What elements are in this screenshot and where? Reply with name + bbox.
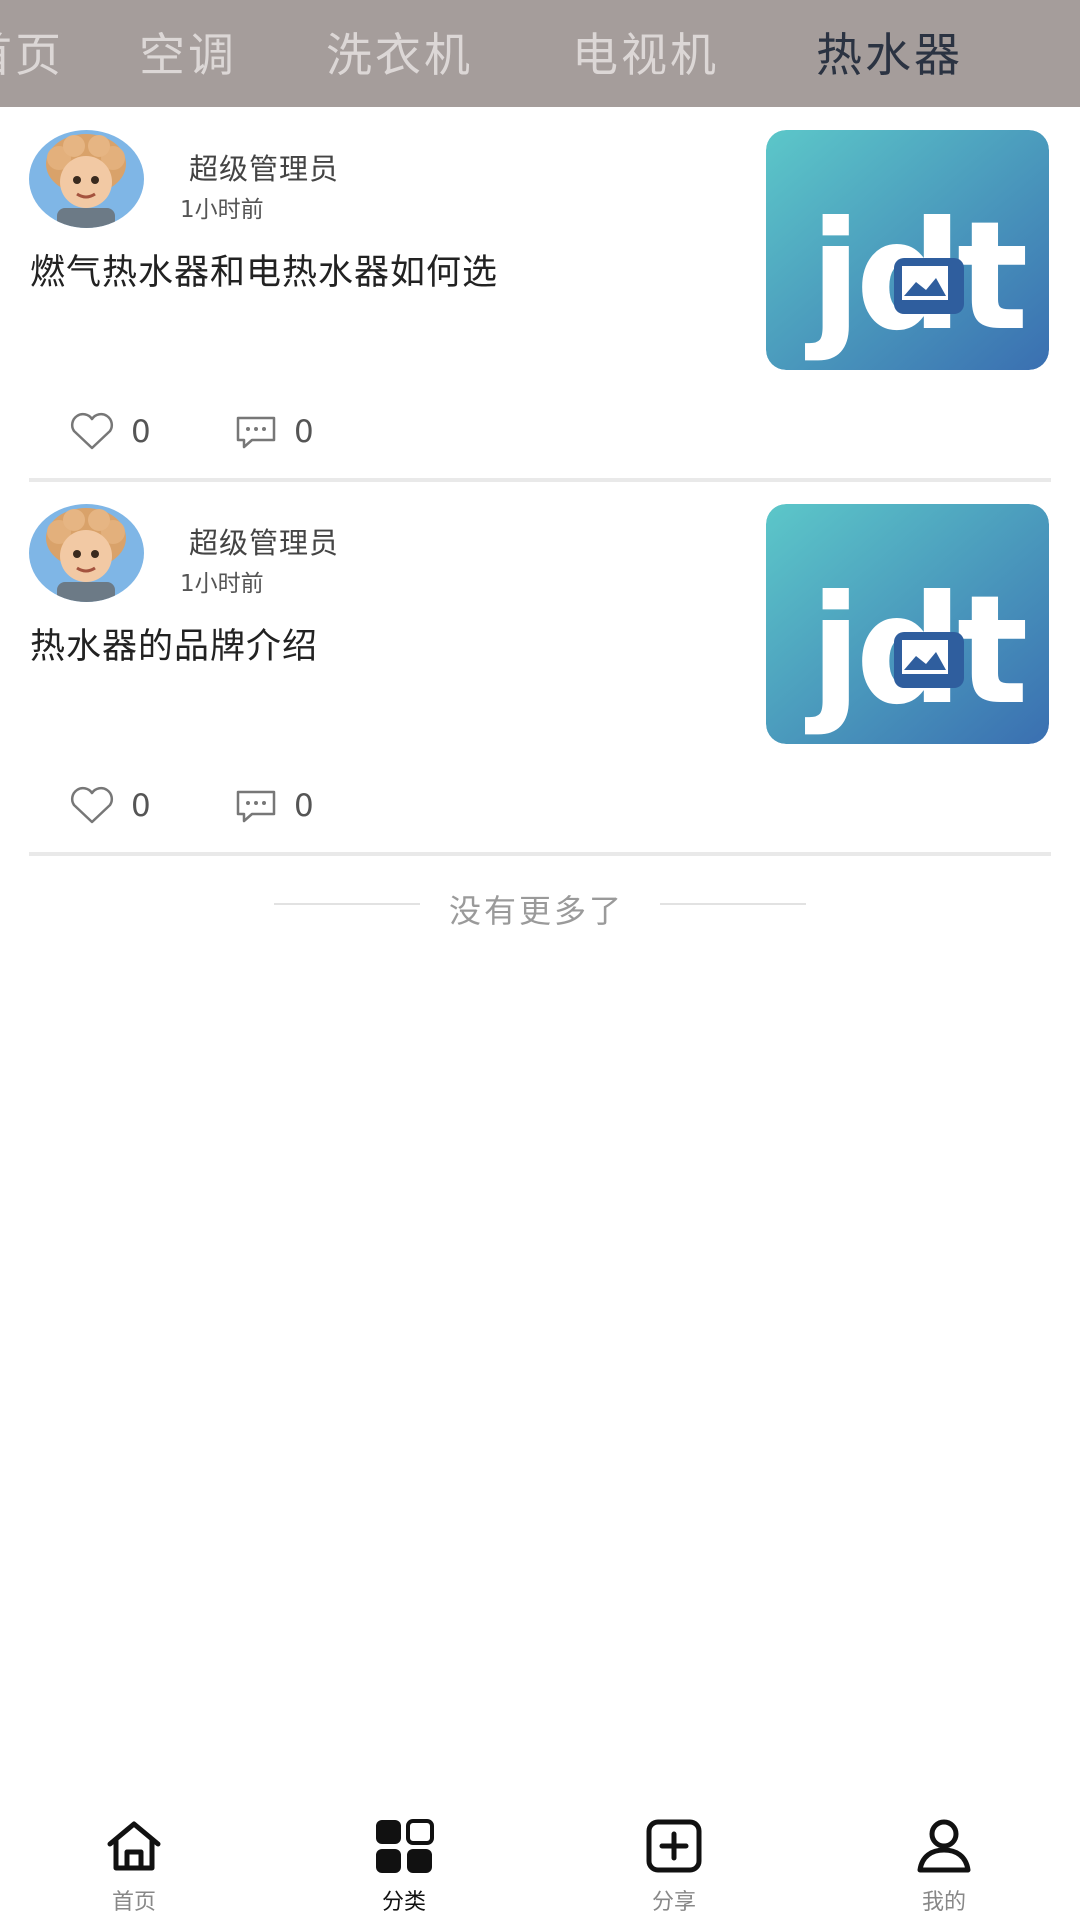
category-tabbar: 首页 空调 洗衣机 电视机 热水器 [0, 0, 1080, 107]
tab-home[interactable]: 首页 [0, 26, 64, 84]
nav-profile[interactable]: 我的 [884, 1818, 1004, 1916]
nav-share[interactable]: 分享 [614, 1818, 734, 1916]
comment-icon [236, 416, 276, 449]
comment-button[interactable]: 0 [234, 784, 314, 828]
like-count: 0 [131, 414, 151, 450]
avatar[interactable] [29, 130, 144, 228]
comment-count: 0 [294, 788, 314, 824]
user-icon [917, 1819, 971, 1873]
post-card[interactable]: 超级管理员 1小时前 燃气热水器和电热水器如何选 jdt 0 0 [0, 108, 1080, 482]
author-name: 超级管理员 [189, 526, 340, 560]
nav-label: 首页 [111, 1890, 156, 1915]
post-time: 1小时前 [180, 197, 264, 223]
post-thumbnail[interactable]: jdt [766, 504, 1049, 744]
plus-square-icon [646, 1819, 702, 1873]
post-time: 1小时前 [180, 571, 264, 597]
post-thumbnail[interactable]: jdt [766, 130, 1049, 370]
like-count: 0 [131, 788, 151, 824]
nav-label: 我的 [921, 1890, 966, 1915]
heart-icon [70, 786, 114, 824]
tab-water-heater[interactable]: 热水器 [816, 26, 963, 84]
divider [660, 903, 806, 905]
list-end-indicator: 没有更多了 [0, 886, 1080, 930]
divider [29, 852, 1051, 856]
tab-television[interactable]: 电视机 [572, 26, 719, 84]
avatar[interactable] [29, 504, 144, 602]
grid-icon [376, 1819, 434, 1873]
author-name: 超级管理员 [189, 152, 340, 186]
comment-count: 0 [294, 414, 314, 450]
nav-category[interactable]: 分类 [344, 1818, 464, 1916]
heart-icon [70, 412, 114, 450]
comment-icon [236, 790, 276, 823]
tab-washing-machine[interactable]: 洗衣机 [326, 26, 473, 84]
nav-label: 分享 [651, 1890, 696, 1915]
comment-button[interactable]: 0 [234, 410, 314, 454]
tab-air-conditioner[interactable]: 空调 [139, 26, 237, 84]
nav-label: 分类 [381, 1890, 426, 1915]
post-title[interactable]: 燃气热水器和电热水器如何选 [30, 244, 498, 295]
home-icon [107, 1821, 161, 1871]
like-button[interactable]: 0 [69, 784, 151, 828]
post-title[interactable]: 热水器的品牌介绍 [30, 618, 318, 669]
bottom-nav: 首页 分类 分享 我的 [0, 1800, 1080, 1920]
post-card[interactable]: 超级管理员 1小时前 热水器的品牌介绍 jdt 0 0 [0, 482, 1080, 856]
list-end-text: 没有更多了 [449, 892, 625, 930]
nav-home[interactable]: 首页 [74, 1818, 194, 1916]
like-button[interactable]: 0 [69, 410, 151, 454]
divider [274, 903, 420, 905]
